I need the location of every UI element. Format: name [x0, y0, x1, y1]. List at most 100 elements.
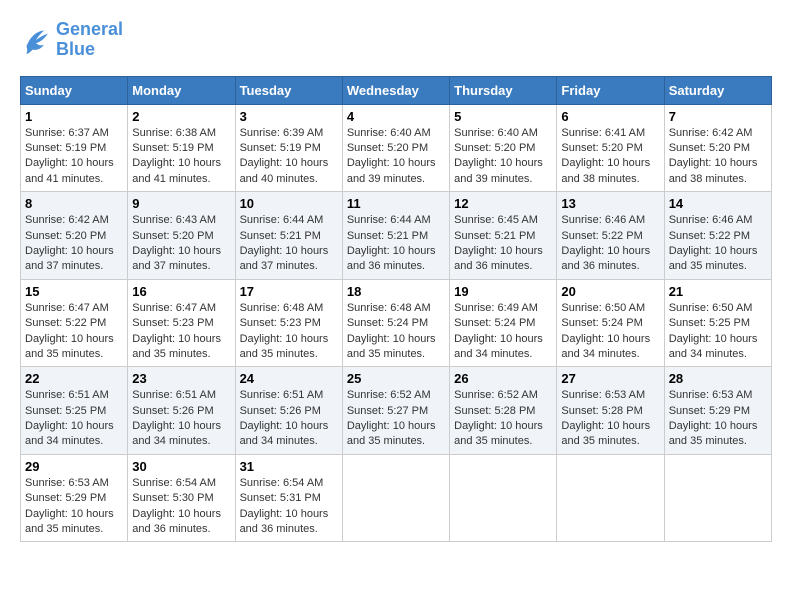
day-info: Sunrise: 6:45 AM Sunset: 5:21 PM Dayligh…: [454, 213, 552, 275]
sunrise-value: 6:53 AM: [68, 477, 108, 489]
daylight-label: Daylight: 10 hours and 36 minutes.: [347, 245, 436, 272]
calendar-cell: 14 Sunrise: 6:46 AM Sunset: 5:22 PM Dayl…: [664, 192, 771, 280]
sunrise-value: 6:48 AM: [283, 302, 323, 314]
day-number: 3: [240, 109, 338, 124]
sunrise-label: Sunrise:: [240, 477, 283, 489]
day-number: 31: [240, 459, 338, 474]
daylight-label: Daylight: 10 hours and 35 minutes.: [347, 333, 436, 360]
sunrise-value: 6:40 AM: [390, 127, 430, 139]
daylight-label: Daylight: 10 hours and 35 minutes.: [561, 420, 650, 447]
calendar-table: SundayMondayTuesdayWednesdayThursdayFrid…: [20, 76, 772, 543]
day-number: 23: [132, 371, 230, 386]
sunrise-label: Sunrise:: [240, 214, 283, 226]
sunrise-label: Sunrise:: [25, 214, 68, 226]
sunset-label: Sunset:: [25, 317, 65, 329]
calendar-cell: 16 Sunrise: 6:47 AM Sunset: 5:23 PM Dayl…: [128, 279, 235, 367]
sunset-value: 5:20 PM: [709, 142, 750, 154]
calendar-cell: 12 Sunrise: 6:45 AM Sunset: 5:21 PM Dayl…: [450, 192, 557, 280]
sunset-value: 5:23 PM: [173, 317, 214, 329]
daylight-label: Daylight: 10 hours and 35 minutes.: [454, 420, 543, 447]
sunset-label: Sunset:: [561, 405, 601, 417]
day-number: 30: [132, 459, 230, 474]
sunrise-value: 6:49 AM: [498, 302, 538, 314]
sunset-label: Sunset:: [25, 230, 65, 242]
day-info: Sunrise: 6:51 AM Sunset: 5:26 PM Dayligh…: [132, 388, 230, 450]
day-number: 7: [669, 109, 767, 124]
sunset-label: Sunset:: [669, 317, 709, 329]
sunset-value: 5:21 PM: [494, 230, 535, 242]
weekday-header-saturday: Saturday: [664, 76, 771, 104]
sunset-label: Sunset:: [25, 142, 65, 154]
daylight-label: Daylight: 10 hours and 36 minutes.: [561, 245, 650, 272]
sunrise-label: Sunrise:: [669, 214, 712, 226]
day-number: 17: [240, 284, 338, 299]
sunrise-label: Sunrise:: [669, 302, 712, 314]
sunset-label: Sunset:: [561, 142, 601, 154]
day-info: Sunrise: 6:43 AM Sunset: 5:20 PM Dayligh…: [132, 213, 230, 275]
calendar-cell: 2 Sunrise: 6:38 AM Sunset: 5:19 PM Dayli…: [128, 104, 235, 192]
sunrise-label: Sunrise:: [25, 477, 68, 489]
sunset-label: Sunset:: [347, 142, 387, 154]
daylight-label: Daylight: 10 hours and 37 minutes.: [25, 245, 114, 272]
day-info: Sunrise: 6:54 AM Sunset: 5:30 PM Dayligh…: [132, 476, 230, 538]
page-header: General Blue: [20, 20, 772, 60]
calendar-cell: 23 Sunrise: 6:51 AM Sunset: 5:26 PM Dayl…: [128, 367, 235, 455]
sunrise-value: 6:45 AM: [498, 214, 538, 226]
sunset-label: Sunset:: [240, 142, 280, 154]
calendar-cell: 3 Sunrise: 6:39 AM Sunset: 5:19 PM Dayli…: [235, 104, 342, 192]
sunrise-label: Sunrise:: [347, 389, 390, 401]
day-info: Sunrise: 6:47 AM Sunset: 5:22 PM Dayligh…: [25, 301, 123, 363]
day-info: Sunrise: 6:48 AM Sunset: 5:24 PM Dayligh…: [347, 301, 445, 363]
daylight-label: Daylight: 10 hours and 38 minutes.: [561, 157, 650, 184]
day-number: 14: [669, 196, 767, 211]
sunrise-value: 6:42 AM: [68, 214, 108, 226]
sunrise-value: 6:50 AM: [605, 302, 645, 314]
sunset-value: 5:24 PM: [387, 317, 428, 329]
day-number: 6: [561, 109, 659, 124]
sunset-label: Sunset:: [561, 230, 601, 242]
sunset-label: Sunset:: [454, 405, 494, 417]
sunrise-label: Sunrise:: [132, 214, 175, 226]
sunset-value: 5:20 PM: [173, 230, 214, 242]
calendar-cell: 21 Sunrise: 6:50 AM Sunset: 5:25 PM Dayl…: [664, 279, 771, 367]
day-number: 27: [561, 371, 659, 386]
day-info: Sunrise: 6:41 AM Sunset: 5:20 PM Dayligh…: [561, 126, 659, 188]
day-info: Sunrise: 6:39 AM Sunset: 5:19 PM Dayligh…: [240, 126, 338, 188]
sunset-label: Sunset:: [25, 405, 65, 417]
logo: General Blue: [20, 20, 123, 60]
sunset-label: Sunset:: [669, 405, 709, 417]
sunrise-value: 6:44 AM: [283, 214, 323, 226]
daylight-label: Daylight: 10 hours and 35 minutes.: [669, 420, 758, 447]
sunset-value: 5:30 PM: [173, 492, 214, 504]
calendar-cell: 17 Sunrise: 6:48 AM Sunset: 5:23 PM Dayl…: [235, 279, 342, 367]
weekday-header-friday: Friday: [557, 76, 664, 104]
day-info: Sunrise: 6:52 AM Sunset: 5:27 PM Dayligh…: [347, 388, 445, 450]
day-number: 8: [25, 196, 123, 211]
day-number: 2: [132, 109, 230, 124]
sunrise-value: 6:47 AM: [176, 302, 216, 314]
weekday-header-tuesday: Tuesday: [235, 76, 342, 104]
calendar-cell: 7 Sunrise: 6:42 AM Sunset: 5:20 PM Dayli…: [664, 104, 771, 192]
sunset-value: 5:24 PM: [494, 317, 535, 329]
calendar-cell: 9 Sunrise: 6:43 AM Sunset: 5:20 PM Dayli…: [128, 192, 235, 280]
sunset-label: Sunset:: [561, 317, 601, 329]
daylight-label: Daylight: 10 hours and 34 minutes.: [240, 420, 329, 447]
calendar-cell: 15 Sunrise: 6:47 AM Sunset: 5:22 PM Dayl…: [21, 279, 128, 367]
day-number: 28: [669, 371, 767, 386]
sunrise-label: Sunrise:: [132, 389, 175, 401]
sunset-label: Sunset:: [454, 230, 494, 242]
sunset-value: 5:21 PM: [280, 230, 321, 242]
daylight-label: Daylight: 10 hours and 35 minutes.: [347, 420, 436, 447]
sunset-label: Sunset:: [240, 317, 280, 329]
day-number: 19: [454, 284, 552, 299]
daylight-label: Daylight: 10 hours and 34 minutes.: [132, 420, 221, 447]
sunrise-value: 6:53 AM: [712, 389, 752, 401]
daylight-label: Daylight: 10 hours and 34 minutes.: [25, 420, 114, 447]
daylight-label: Daylight: 10 hours and 37 minutes.: [240, 245, 329, 272]
calendar-cell: 28 Sunrise: 6:53 AM Sunset: 5:29 PM Dayl…: [664, 367, 771, 455]
day-info: Sunrise: 6:46 AM Sunset: 5:22 PM Dayligh…: [561, 213, 659, 275]
sunrise-value: 6:51 AM: [176, 389, 216, 401]
sunrise-label: Sunrise:: [454, 127, 497, 139]
sunrise-label: Sunrise:: [454, 214, 497, 226]
sunset-value: 5:25 PM: [65, 405, 106, 417]
